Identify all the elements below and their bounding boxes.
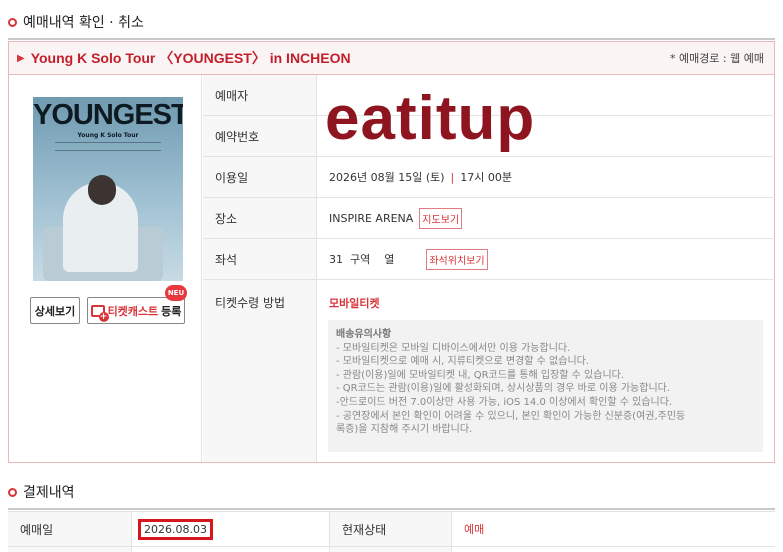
notice-title: 배송유의사항	[336, 329, 392, 340]
section-title-booking: 예매내역 확인 · 취소	[8, 12, 144, 32]
show-title-bar: ▶ Young K Solo Tour 〈YOUNGEST〉 in INCHEO…	[8, 41, 775, 75]
venue-value: INSPIRE ARENA	[329, 211, 414, 225]
section-title-text: 예매내역 확인 · 취소	[23, 15, 144, 31]
delivery-notice: 배송유의사항 - 모바일티켓은 모바일 디바이스에서만 이용 가능합니다. - …	[328, 320, 763, 452]
status-label: 현재상태	[330, 512, 452, 546]
row-ticket-method: 티켓수령 방법 모바일티켓 배송유의사항 - 모바일티켓은 모바일 디바이스에서…	[203, 280, 775, 462]
detail-button[interactable]: 상세보기	[30, 297, 80, 324]
status-value: 예매	[464, 523, 485, 536]
notice-line: - 모바일티켓으로 예매 시, 지류티켓으로 변경할 수 없습니다.	[336, 356, 590, 368]
ticketcast-register-button[interactable]: 티켓캐스트등록	[87, 297, 185, 324]
date-value: 2026년 08월 15일 (토)	[329, 171, 445, 184]
row-date: 이용일 2026년 08월 15일 (토) | 17시 00분	[203, 157, 775, 198]
ticket-add-icon	[90, 304, 109, 322]
notice-line: - 모바일티켓은 모바일 디바이스에서만 이용 가능합니다.	[336, 342, 571, 354]
watermark-text: eatitup	[325, 84, 536, 153]
row-venue: 장소 INSPIRE ARENA 지도보기	[203, 198, 775, 239]
notice-line: - QR코드는 관람(이용)일에 활성화되며, 상시상품의 경우 바로 이용 가…	[336, 383, 671, 395]
notice-line: - 관람(이용)일에 모바일티켓 내, QR코드를 통해 입장할 수 있습니다.	[336, 369, 625, 381]
notice-line: - 공연장에서 본인 확인이 어려울 수 있으니, 본인 확인이 가능한 신분증…	[336, 410, 686, 422]
row-seat: 좌석 31 구역 열 좌석위치보기	[203, 239, 775, 280]
poster-info-band	[55, 142, 161, 151]
venue-label: 장소	[203, 198, 317, 238]
ticket-method-value: 모바일티켓	[329, 297, 380, 310]
separator: |	[450, 170, 455, 184]
section-title-text: 결제내역	[23, 485, 75, 501]
notice-line: 록증)을 지참해 주시기 바랍니다.	[336, 424, 473, 436]
register-label: 등록	[161, 304, 182, 318]
booking-number-label: 예약번호	[203, 116, 317, 156]
poster-image[interactable]: YOUNGEST Young K Solo Tour	[33, 97, 183, 281]
seat-label: 좌석	[203, 239, 317, 279]
poster-head	[88, 175, 116, 205]
bullet-circle-icon	[8, 487, 17, 497]
section-title-payment: 결제내역	[8, 482, 75, 502]
date-label: 이용일	[203, 157, 317, 197]
divider	[8, 508, 775, 510]
payment-table: 예매일 2026.08.03 현재상태 예매	[8, 511, 775, 552]
payment-row-partial	[8, 547, 775, 552]
booking-date-label: 예매일	[8, 512, 132, 546]
seat-location-button[interactable]: 좌석위치보기	[426, 248, 488, 270]
arrow-right-icon: ▶	[17, 52, 25, 64]
payment-row: 예매일 2026.08.03 현재상태 예매	[8, 512, 775, 547]
seat-value: 31 구역 열	[329, 253, 395, 266]
poster-subtitle: Young K Solo Tour	[77, 132, 139, 139]
time-value: 17시 00분	[460, 171, 512, 184]
notice-line: -안드로이드 버전 7.0이상만 사용 가능, iOS 14.0 이상에서 확인…	[336, 396, 673, 408]
new-badge: NEU	[165, 285, 187, 301]
poster-column: YOUNGEST Young K Solo Tour 상세보기 티켓캐스트등록 …	[9, 75, 202, 462]
map-button[interactable]: 지도보기	[419, 207, 463, 229]
booking-date-value: 2026.08.03	[138, 518, 213, 540]
booker-label: 예매자	[203, 75, 317, 115]
poster-title: YOUNGEST	[33, 99, 183, 131]
divider	[8, 38, 775, 40]
show-name[interactable]: Young K Solo Tour 〈YOUNGEST〉 in INCHEON	[31, 48, 351, 68]
ticketcast-label: 티켓캐스트	[107, 304, 159, 318]
bullet-circle-icon	[8, 17, 17, 27]
booking-route: * 예매경로 : 웹 예매	[669, 52, 764, 65]
ticket-method-label: 티켓수령 방법	[203, 280, 317, 462]
